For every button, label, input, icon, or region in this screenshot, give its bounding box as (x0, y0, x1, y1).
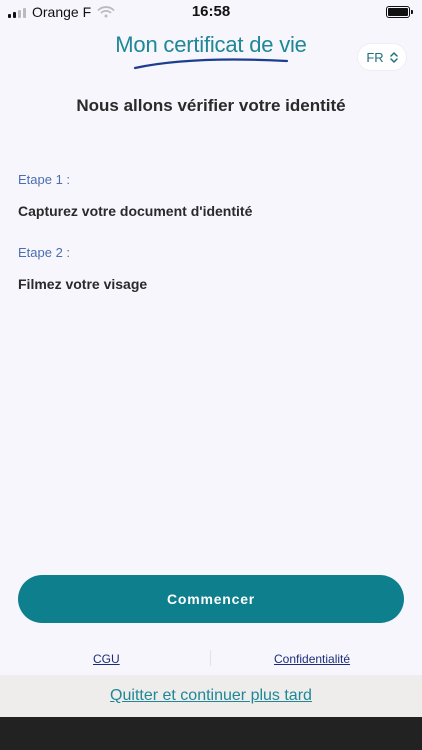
battery-fill (388, 8, 408, 16)
cgu-link[interactable]: CGU (93, 652, 120, 666)
step-1-label: Etape 1 : (18, 172, 71, 187)
chevron-up-down-icon (389, 51, 398, 63)
step-2-label: Etape 2 : (18, 245, 71, 260)
step-1-text: Capturez votre document d'identité (18, 203, 253, 219)
start-button[interactable]: Commencer (18, 575, 404, 623)
status-time: 16:58 (191, 3, 231, 20)
links-divider (210, 650, 211, 666)
language-selector[interactable]: FR (358, 44, 406, 70)
language-value: FR (366, 49, 384, 65)
page-title: Nous allons vérifier votre identité (76, 96, 346, 115)
bottom-bar (0, 717, 422, 750)
battery-icon (386, 6, 413, 18)
privacy-link[interactable]: Confidentialité (274, 652, 350, 666)
logo-swoosh-icon (133, 58, 289, 70)
quit-bar: Quitter et continuer plus tard (0, 675, 422, 717)
step-2-text: Filmez votre visage (18, 276, 148, 292)
quit-link[interactable]: Quitter et continuer plus tard (110, 687, 312, 705)
status-bar: Orange F 16:58 (0, 0, 422, 24)
